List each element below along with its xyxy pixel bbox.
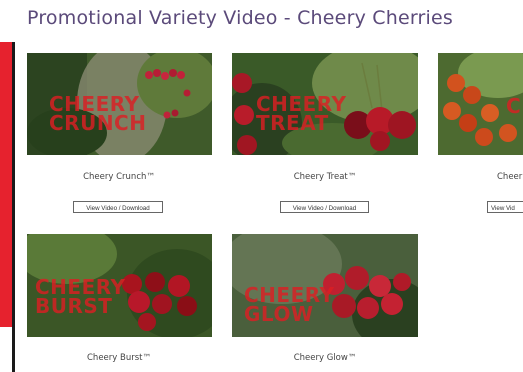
thumbnail-title-overlay: CHEERY TREAT	[256, 92, 347, 135]
view-video-download-button[interactable]: View Vid	[487, 201, 523, 213]
video-title: Cheery Crunch™	[83, 172, 155, 182]
thumbnail-title-overlay: CHEERY CRUNCH	[49, 92, 147, 135]
video-thumbnail[interactable]: C	[438, 53, 523, 155]
thumbnail-title-overlay: CHEERY BURST	[35, 275, 126, 318]
video-title: Cheery Treat™	[293, 172, 357, 182]
thumbnail-title-overlay: C	[506, 94, 522, 118]
video-title: Cheer	[497, 172, 523, 182]
video-thumbnail[interactable]: CHEERY TREAT	[232, 53, 418, 155]
left-frame-border	[12, 42, 15, 372]
video-thumbnail[interactable]: CHEERY CRUNCH	[27, 53, 212, 155]
video-thumbnail[interactable]: CHEERY BURST	[27, 234, 212, 337]
video-thumbnail[interactable]: CHEERY GLOW	[232, 234, 418, 337]
video-title: Cheery Burst™	[87, 353, 151, 363]
page-title: Promotional Variety Video - Cheery Cherr…	[27, 7, 454, 29]
view-video-download-button[interactable]: View Video / Download	[280, 201, 369, 213]
thumbnail-title-overlay: CHEERY GLOW	[244, 283, 335, 326]
view-video-download-button[interactable]: View Video / Download	[73, 201, 163, 213]
red-accent-bar	[0, 42, 12, 327]
video-title: Cheery Glow™	[293, 353, 357, 363]
